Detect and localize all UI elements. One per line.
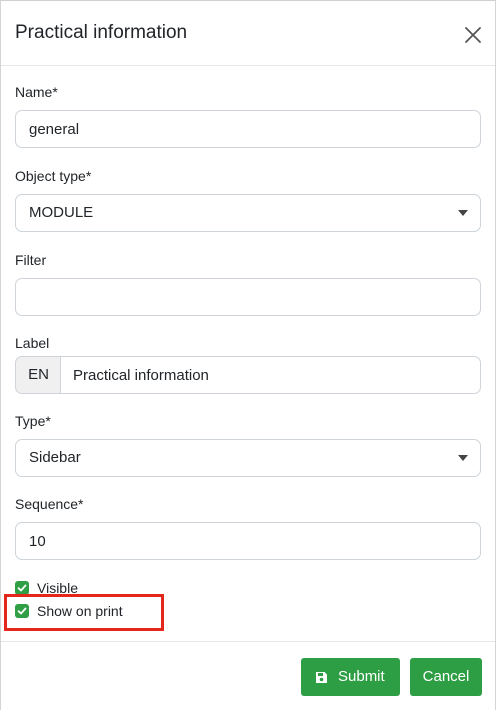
name-label: Name* <box>15 84 58 100</box>
sequence-label: Sequence* <box>15 496 84 512</box>
close-icon <box>465 27 481 43</box>
cancel-label: Cancel <box>422 668 470 685</box>
type-value: Sidebar <box>15 439 481 477</box>
chevron-down-icon <box>458 455 468 461</box>
name-input[interactable] <box>15 110 481 148</box>
dialog-title: Practical information <box>15 22 188 43</box>
submit-label: Submit <box>338 668 385 685</box>
language-addon: EN <box>15 356 61 394</box>
visible-checkbox[interactable] <box>15 581 29 595</box>
type-label: Type* <box>15 413 51 429</box>
object-type-select[interactable]: MODULE <box>15 194 481 232</box>
practical-information-dialog: Practical information Name* Object type*… <box>0 0 496 710</box>
label-label: Label <box>15 335 50 351</box>
check-icon <box>17 584 27 592</box>
close-button[interactable] <box>461 23 485 47</box>
sequence-input[interactable] <box>15 522 481 560</box>
highlight-box <box>4 594 164 631</box>
label-input-group: EN <box>15 356 481 394</box>
chevron-down-icon <box>458 210 468 216</box>
dialog-header: Practical information <box>1 1 495 66</box>
submit-button[interactable]: Submit <box>301 658 400 696</box>
object-type-value: MODULE <box>15 194 481 232</box>
cancel-button[interactable]: Cancel <box>410 658 482 696</box>
filter-label: Filter <box>15 252 47 268</box>
object-type-label: Object type* <box>15 168 92 184</box>
type-select[interactable]: Sidebar <box>15 439 481 477</box>
save-icon <box>316 672 327 683</box>
label-input[interactable] <box>60 356 481 394</box>
filter-input[interactable] <box>15 278 481 316</box>
